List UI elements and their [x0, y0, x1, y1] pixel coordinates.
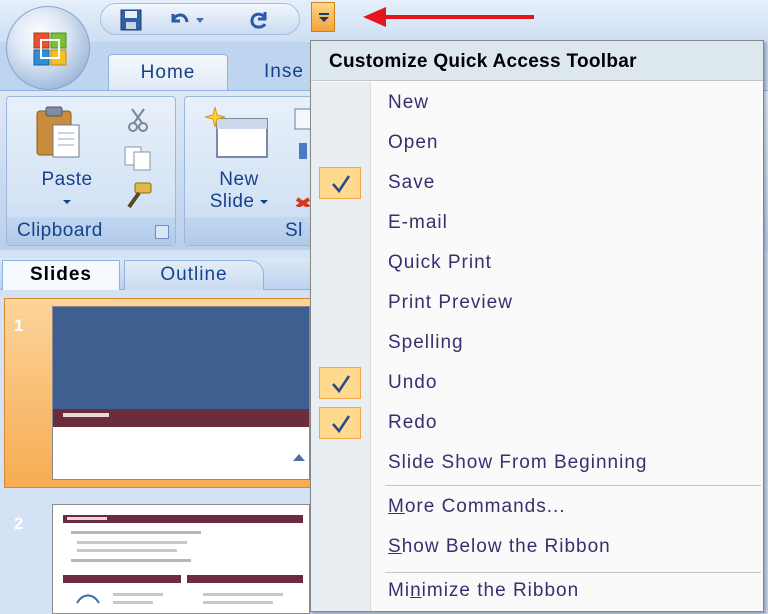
new-slide-icon[interactable] [201, 103, 271, 163]
paste-dropdown-icon [63, 199, 71, 204]
checkmark-icon [319, 167, 361, 199]
menu-item-label: Show Below the Ribbon [388, 536, 611, 557]
slide-1-thumbnail[interactable] [52, 306, 310, 480]
slides-group-label: Sl [185, 217, 324, 245]
menu-item-label: Spelling [388, 332, 464, 353]
new-slide-dropdown-icon [260, 199, 269, 204]
menu-item-label: Redo [388, 412, 438, 433]
menu-item-label: Quick Print [388, 252, 492, 273]
menu-item-email[interactable]: E-mail [311, 204, 763, 244]
slide-transition-icon [293, 454, 305, 461]
customize-dropdown-icon[interactable] [311, 2, 335, 32]
menu-item-redo[interactable]: Redo [311, 404, 763, 444]
customize-qat-menu: Customize Quick Access Toolbar New Open … [310, 40, 764, 612]
slides-group: New Slide Sl [184, 96, 324, 246]
redo-icon[interactable] [247, 8, 271, 32]
format-painter-icon[interactable] [121, 181, 155, 211]
menu-item-slide-show[interactable]: Slide Show From Beginning [311, 444, 763, 484]
tab-slides-label: Slides [30, 264, 92, 285]
tab-home[interactable]: Home [108, 54, 228, 92]
menu-item-label: Save [388, 172, 436, 193]
tab-slides[interactable]: Slides [2, 260, 120, 290]
menu-item-quick-print[interactable]: Quick Print [311, 244, 763, 284]
quick-access-toolbar [100, 3, 300, 35]
menu-item-save[interactable]: Save [311, 164, 763, 204]
red-arrow-annotation-icon [363, 7, 534, 27]
tab-insert-label: Inse [264, 61, 304, 82]
checkmark-icon [319, 367, 361, 399]
menu-item-open[interactable]: Open [311, 124, 763, 164]
clipboard-group-label: Clipboard [7, 217, 175, 245]
menu-item-label: E-mail [388, 212, 448, 233]
undo-dropdown-icon[interactable] [195, 16, 205, 24]
menu-item-new[interactable]: New [311, 84, 763, 124]
menu-title: Customize Quick Access Toolbar [311, 41, 763, 81]
menu-item-minimize-ribbon[interactable]: Minimize the Ribbon [311, 572, 763, 612]
menu-item-more-commands[interactable]: More Commands... [311, 488, 763, 528]
menu-item-print-preview[interactable]: Print Preview [311, 284, 763, 324]
menu-item-undo[interactable]: Undo [311, 364, 763, 404]
office-logo-icon [33, 32, 67, 66]
tab-insert[interactable]: Inse [256, 54, 316, 92]
tab-outline[interactable]: Outline [124, 260, 264, 290]
office-button[interactable] [6, 6, 90, 90]
undo-icon[interactable] [167, 8, 191, 32]
menu-item-label: New [388, 92, 430, 113]
tab-outline-label: Outline [160, 264, 228, 285]
menu-item-label: Open [388, 132, 439, 153]
clipboard-group: Paste Clipboard [6, 96, 176, 246]
save-icon[interactable] [119, 8, 143, 32]
menu-item-label: Slide Show From Beginning [388, 452, 648, 473]
menu-item-label: Minimize the Ribbon [388, 580, 580, 601]
menu-item-label: Undo [388, 372, 438, 393]
slide-2-thumbnail[interactable] [52, 504, 310, 614]
new-slide-button[interactable]: New Slide [199, 169, 279, 213]
clipboard-dialog-launcher-icon[interactable] [155, 225, 169, 239]
new-slide-label-line1: New [219, 169, 259, 190]
menu-item-label: Print Preview [388, 292, 513, 313]
slide-2-number: 2 [14, 514, 24, 533]
menu-separator [385, 485, 761, 486]
checkmark-icon [319, 407, 361, 439]
menu-item-show-below-ribbon[interactable]: Show Below the Ribbon [311, 528, 763, 568]
paste-label: Paste [41, 169, 93, 190]
tab-home-label: Home [140, 62, 196, 83]
slide-2-content [63, 515, 303, 604]
cut-icon[interactable] [125, 107, 151, 133]
menu-item-label: More Commands... [388, 496, 566, 517]
slide-1-number: 1 [14, 316, 24, 335]
new-slide-label-line2: Slide [209, 191, 255, 212]
menu-item-spelling[interactable]: Spelling [311, 324, 763, 364]
copy-icon[interactable] [123, 145, 153, 171]
paste-icon[interactable] [33, 105, 83, 159]
paste-button[interactable]: Paste [27, 169, 107, 213]
